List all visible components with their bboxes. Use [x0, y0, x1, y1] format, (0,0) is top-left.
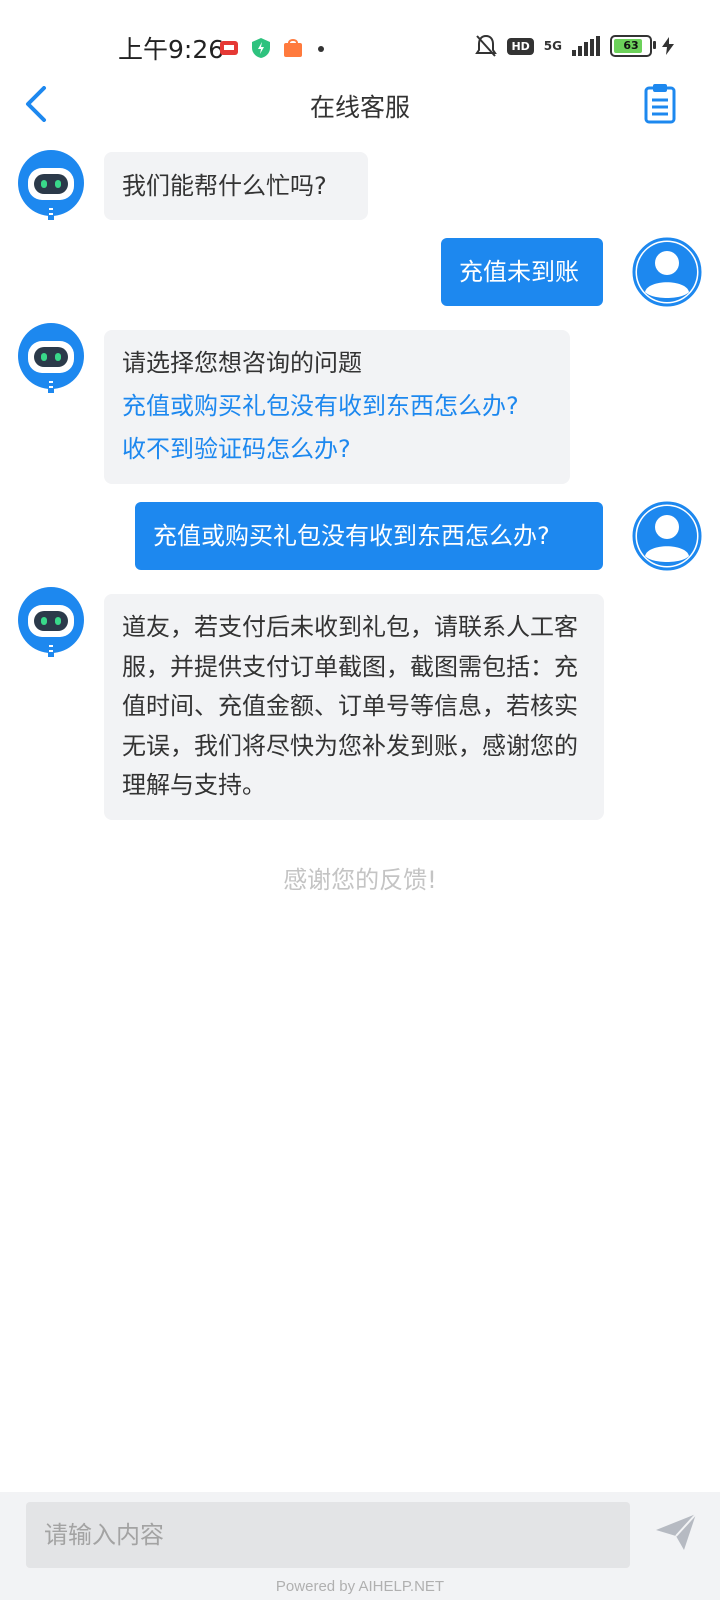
shield-icon [252, 38, 270, 58]
user-avatar-icon [632, 237, 702, 307]
bot-message: 我们能帮什么忙吗? [104, 152, 368, 220]
hd-badge: HD [507, 37, 534, 55]
charging-icon [662, 37, 674, 55]
user-message: 充值或购买礼包没有收到东西怎么办? [135, 502, 603, 570]
status-dot [318, 46, 324, 52]
app-notification-icon [220, 41, 238, 55]
page-title: 在线客服 [309, 93, 410, 122]
option-link-verification-code[interactable]: 收不到验证码怎么办? [122, 429, 552, 472]
bot-options-message: 请选择您想咨询的问题 充值或购买礼包没有收到东西怎么办? 收不到验证码怎么办? [104, 330, 570, 484]
options-intro: 请选择您想咨询的问题 [122, 349, 362, 377]
feedback-text: 感谢您的反馈! [283, 866, 437, 894]
option-link-recharge[interactable]: 充值或购买礼包没有收到东西怎么办? [122, 386, 552, 429]
powered-by: Powered by AIHELP.NET [275, 1578, 445, 1595]
network-type: 5G [543, 39, 562, 53]
robot-avatar-icon [18, 323, 84, 393]
bell-muted-icon [475, 34, 498, 57]
user-avatar-icon [632, 501, 702, 571]
robot-avatar-icon [18, 587, 84, 657]
bot-message: 道友，若支付后未收到礼包，请联系人工客服，并提供支付订单截图，截图需包括：充值时… [104, 594, 604, 820]
app-header: 在线客服 [0, 74, 720, 138]
robot-avatar-icon [18, 150, 84, 220]
send-icon[interactable] [654, 1510, 698, 1554]
shopping-bag-icon [284, 39, 302, 57]
notification-icons [220, 38, 302, 58]
clipboard-icon[interactable] [644, 84, 676, 124]
message-input[interactable] [26, 1502, 630, 1568]
input-bar: Powered by AIHELP.NET [0, 1492, 720, 1600]
battery-icon: 63 [610, 35, 656, 57]
status-right-icons: HD 5G 63 [475, 34, 674, 58]
user-message: 充值未到账 [441, 238, 603, 306]
status-time: 上午9:26 [118, 35, 225, 64]
battery-level: 63 [623, 39, 639, 52]
signal-icon [572, 36, 600, 56]
